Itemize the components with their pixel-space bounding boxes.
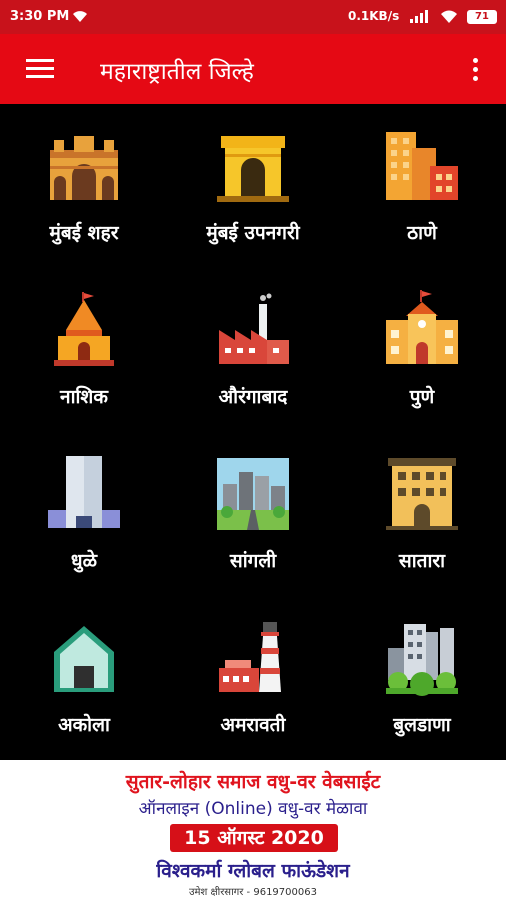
banner-headline: सुतार-लोहार समाज वधु-वर वेबसाईट xyxy=(125,771,381,793)
district-tile[interactable]: अमरावती xyxy=(169,596,337,760)
banner-organization: विश्वकर्मा ग्लोबल फाऊंडेशन xyxy=(156,860,350,882)
ad-banner[interactable]: सुतार-लोहार समाज वधु-वर वेबसाईट ऑनलाइन (… xyxy=(0,760,506,900)
battery-icon: 71 xyxy=(467,10,497,24)
banner-date-badge: 15 ऑगस्ट 2020 xyxy=(170,824,338,852)
district-tile[interactable]: सातारा xyxy=(338,432,506,596)
page-title: महाराष्ट्रातील जिल्हे xyxy=(100,59,254,85)
gateway-building-icon xyxy=(50,136,118,200)
status-bar: 3:30 PM 0.1KB/s 71 xyxy=(0,0,506,34)
district-tile[interactable]: ठाणे xyxy=(338,104,506,268)
district-tile[interactable]: बुलडाणा xyxy=(338,596,506,760)
district-tile[interactable]: सांगली xyxy=(169,432,337,596)
district-tile[interactable]: पुणे xyxy=(338,268,506,432)
status-time: 3:30 PM xyxy=(10,9,70,24)
hamburger-menu-icon[interactable] xyxy=(26,59,54,79)
district-grid: मुंबई शहर मुंबई उपनगरी ठाणे नाशिक औरंगाब… xyxy=(0,104,506,760)
district-tile[interactable]: मुंबई शहर xyxy=(0,104,168,268)
district-label: अकोला xyxy=(58,714,110,736)
more-vertical-icon[interactable] xyxy=(470,58,480,84)
wifi-icon xyxy=(441,10,457,23)
app-bar: महाराष्ट्रातील जिल्हे xyxy=(0,34,506,104)
network-speed: 0.1KB/s xyxy=(348,9,400,23)
lighthouse-icon xyxy=(219,622,281,692)
district-label: ठाणे xyxy=(407,222,437,244)
city-road-icon xyxy=(217,458,289,530)
wifi-icon xyxy=(73,11,87,22)
school-building-icon xyxy=(386,290,458,364)
house-icon xyxy=(54,626,114,692)
district-tile[interactable]: औरंगाबाद xyxy=(169,268,337,432)
office-building-icon xyxy=(386,458,458,530)
india-gate-icon xyxy=(217,136,289,202)
district-label: नाशिक xyxy=(60,386,108,408)
factory-icon xyxy=(219,293,289,364)
district-label: पुणे xyxy=(409,386,435,408)
signal-icon xyxy=(410,10,428,23)
district-label: सातारा xyxy=(398,550,446,572)
district-tile[interactable]: मुंबई उपनगरी xyxy=(169,104,337,268)
district-tile[interactable]: धुळे xyxy=(0,432,168,596)
tower-building-icon xyxy=(48,456,120,528)
district-tile[interactable]: नाशिक xyxy=(0,268,168,432)
city-buildings-icon xyxy=(386,132,458,200)
city-park-icon xyxy=(386,624,458,696)
district-label: मुंबई शहर xyxy=(49,222,119,244)
banner-subtitle: ऑनलाइन (Online) वधु-वर मेळावा xyxy=(138,799,368,819)
district-label: मुंबई उपनगरी xyxy=(206,222,300,244)
temple-icon xyxy=(54,292,114,366)
district-label: सांगली xyxy=(229,550,277,572)
district-tile[interactable]: अकोला xyxy=(0,596,168,760)
district-label: धुळे xyxy=(70,550,98,572)
district-label: औरंगाबाद xyxy=(218,386,288,408)
banner-contact: उमेश क्षीरसागर - 9619700063 xyxy=(189,887,317,898)
district-label: अमरावती xyxy=(220,714,286,736)
district-label: बुलडाणा xyxy=(393,714,451,736)
